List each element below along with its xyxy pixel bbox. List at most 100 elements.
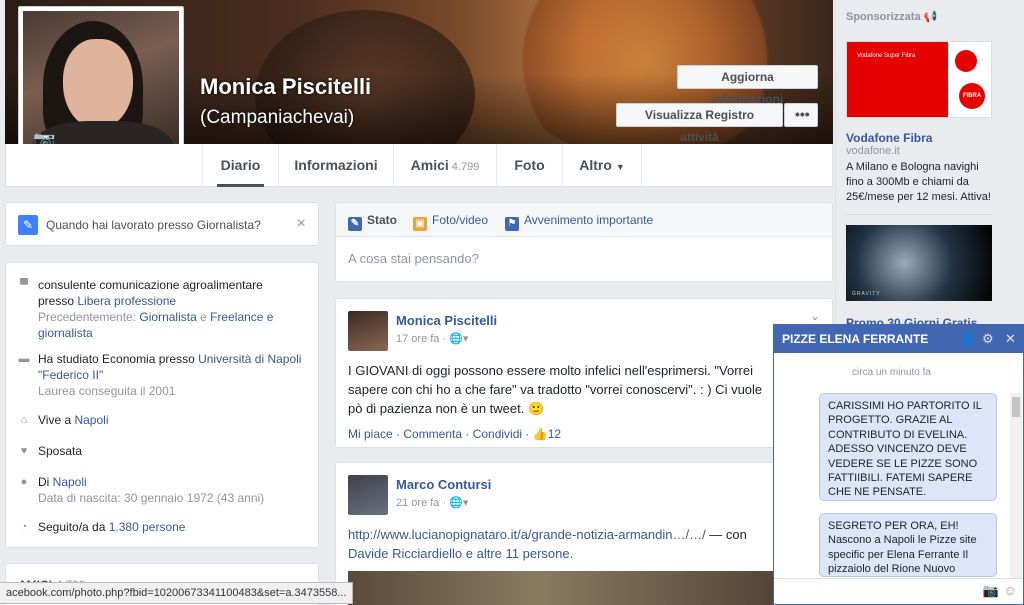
post-link[interactable]: http://www.lucianopignataro.it/a/grande-… bbox=[348, 527, 706, 542]
lives-text: Vive a bbox=[38, 413, 75, 427]
post-time-text: 17 ore fa · bbox=[396, 333, 450, 345]
graduation-cap-icon: ▬ bbox=[18, 353, 30, 365]
job-prev-and: e bbox=[196, 310, 211, 324]
thumbs-up-icon: 👍 bbox=[532, 427, 548, 441]
profile-alternate-name: (Campaniachevai) bbox=[200, 107, 355, 128]
work-prompt-card[interactable]: ✎ Quando hai lavorato presso Giornalista… bbox=[5, 202, 319, 246]
graduation-year: Laurea conseguita il 2001 bbox=[38, 384, 176, 398]
status-composer: ✎ Stato ▣ Foto/video ⚑ Avvenimento importan… bbox=[335, 202, 833, 282]
scrollbar-thumb[interactable] bbox=[1012, 397, 1020, 417]
post-text: http://www.lucianopignataro.it/a/grande-… bbox=[348, 525, 828, 563]
intro-relationship: ♥ Sposata bbox=[18, 443, 308, 459]
followers-link[interactable]: 1.380 persone bbox=[109, 520, 186, 534]
emoji-icon[interactable]: ☺ bbox=[1004, 583, 1017, 598]
caret-down-icon: ▼ bbox=[615, 162, 625, 172]
composer-tab-event-label: Avvenimento importante bbox=[524, 213, 654, 227]
chat-header[interactable]: PIZZE ELENA FERRANTE 👤 ⚙ ✕ bbox=[774, 325, 1023, 353]
location-pin-icon: ● bbox=[20, 476, 28, 488]
chat-input[interactable]: 📷 ☺ bbox=[774, 578, 1023, 604]
profile-name[interactable]: Monica Piscitelli bbox=[200, 74, 371, 100]
tab-foto[interactable]: Foto bbox=[496, 144, 562, 186]
flag-icon: ⚑ bbox=[505, 217, 519, 231]
sponsored-label: Sponsorizzata bbox=[846, 11, 921, 23]
briefcase-icon: ▀ bbox=[20, 279, 28, 291]
post-timestamp[interactable]: 21 ore fa · 🌐▾ bbox=[396, 496, 468, 509]
tab-altro-label: Altro bbox=[579, 157, 612, 173]
more-options-button[interactable]: ••• bbox=[784, 103, 818, 127]
rss-icon: ◔ bbox=[20, 521, 28, 533]
gear-icon[interactable]: ⚙ bbox=[982, 331, 994, 347]
tab-amici-label: Amici bbox=[410, 157, 449, 173]
home-icon: ⌂ bbox=[20, 414, 28, 426]
post-timestamp[interactable]: 17 ore fa · 🌐▾ bbox=[396, 332, 468, 345]
tab-informazioni[interactable]: Informazioni bbox=[278, 144, 393, 186]
composer-tab-photo[interactable]: ▣ Foto/video bbox=[413, 213, 488, 231]
close-icon[interactable]: ✕ bbox=[1005, 331, 1016, 347]
friends-count: 4.799 bbox=[451, 161, 480, 173]
chat-messages[interactable]: circa un minuto fa CARISSIMI HO PARTORIT… bbox=[774, 353, 1023, 578]
job-title: consulente comunicazione agroalimentare bbox=[38, 278, 263, 292]
chat-timestamp: circa un minuto fa bbox=[852, 367, 931, 378]
divider bbox=[846, 214, 992, 215]
close-icon[interactable]: × bbox=[297, 215, 306, 233]
megaphone-icon: 📢 bbox=[923, 11, 938, 23]
chevron-down-icon[interactable]: ⌄ bbox=[810, 309, 820, 323]
globe-icon: 🌐▾ bbox=[449, 497, 469, 509]
post-time-text: 21 ore fa · bbox=[396, 497, 450, 509]
post-text-line: I GIOVANI di oggi possono essere molto i… bbox=[348, 363, 753, 378]
ad-title[interactable]: Vodafone Fibra bbox=[846, 131, 932, 145]
chat-title[interactable]: PIZZE ELENA FERRANTE bbox=[782, 332, 928, 346]
like-count[interactable]: 12 bbox=[548, 427, 561, 441]
post-actions[interactable]: Mi piace · Commenta · Condividi · 👍12 bbox=[348, 427, 561, 441]
intro-hometown: ● Di Napoli Data di nascita: 30 gennaio … bbox=[18, 474, 308, 506]
profile-tab-bar: Diario Informazioni Amici 4.799 Foto Altr… bbox=[5, 144, 833, 187]
tab-amici[interactable]: Amici 4.799 bbox=[393, 144, 496, 186]
tab-diario[interactable]: Diario bbox=[202, 144, 278, 187]
ad-domain: vodafone.it bbox=[846, 145, 900, 157]
chat-scrollbar[interactable] bbox=[1010, 393, 1022, 578]
study-text: Ha studiato Economia presso bbox=[38, 352, 199, 366]
add-friend-icon[interactable]: 👤 bbox=[960, 331, 976, 347]
work-prompt-text[interactable]: Quando hai lavorato presso Giornalista? bbox=[46, 218, 261, 232]
ad-image[interactable]: GRAVITY bbox=[846, 225, 992, 301]
post-image[interactable] bbox=[348, 571, 822, 605]
avatar[interactable] bbox=[348, 311, 388, 351]
job-prev-link-1[interactable]: Giornalista bbox=[139, 310, 196, 324]
chat-window: PIZZE ELENA FERRANTE 👤 ⚙ ✕ circa un minu… bbox=[773, 324, 1024, 605]
ad-image[interactable]: Vodafone Super Fibra FIBRA bbox=[846, 41, 992, 118]
intro-education: ▬ Ha studiato Economia presso Università… bbox=[18, 351, 308, 399]
browser-status-bar: acebook.com/photo.php?fbid=1020067334110… bbox=[0, 582, 354, 604]
intro-followers: ◔ Seguito/a da 1.380 persone bbox=[18, 519, 308, 535]
post-author[interactable]: Marco Contursi bbox=[396, 477, 491, 492]
lives-city-link[interactable]: Napoli bbox=[74, 413, 108, 427]
followers-text: Seguito/a da bbox=[38, 520, 109, 534]
relationship-status: Sposata bbox=[38, 444, 83, 458]
post-author[interactable]: Monica Piscitelli bbox=[396, 313, 497, 328]
post-link-suffix: — con bbox=[705, 527, 747, 542]
job-employer-link[interactable]: Libera professione bbox=[77, 294, 176, 308]
fibra-badge: FIBRA bbox=[959, 83, 985, 109]
job-at: presso bbox=[38, 294, 78, 308]
post-text-line: sapere con chi ho a che fare" va tradott… bbox=[348, 382, 763, 397]
update-info-button[interactable]: Aggiorna informazioni bbox=[677, 65, 818, 106]
post-actions-text[interactable]: Mi piace · Commenta · Condividi · bbox=[348, 427, 533, 441]
from-text: Di bbox=[38, 475, 53, 489]
tab-altro[interactable]: Altro ▼ bbox=[562, 144, 642, 186]
composer-tab-photo-label: Foto/video bbox=[432, 213, 489, 227]
hometown-link[interactable]: Napoli bbox=[53, 475, 87, 489]
globe-icon: 🌐▾ bbox=[449, 333, 469, 345]
composer-tab-status[interactable]: ✎ Stato bbox=[348, 213, 397, 231]
composer-input[interactable]: A cosa stai pensando? bbox=[348, 251, 479, 266]
avatar[interactable] bbox=[348, 475, 388, 515]
activity-log-button[interactable]: Visualizza Registro attività bbox=[616, 103, 783, 144]
ad-image-text: Vodafone Super Fibra bbox=[857, 53, 916, 59]
vodafone-logo-icon bbox=[955, 50, 977, 72]
ad-text[interactable]: A Milano e Bologna navighi fino a 300Mb … bbox=[846, 160, 996, 205]
sponsored-heading[interactable]: Sponsorizzata 📢 bbox=[846, 10, 937, 23]
composer-tab-life-event[interactable]: ⚑ Avvenimento importante bbox=[505, 213, 653, 231]
ad-image-text: GRAVITY bbox=[852, 291, 881, 297]
tagged-people-link[interactable]: Davide Ricciardiello e altre 11 persone. bbox=[348, 544, 828, 563]
camera-icon[interactable]: 📷 bbox=[983, 583, 999, 599]
post-text-line: pò di pazienza non è un tweet. 🙂 bbox=[348, 401, 545, 416]
post: Marco Contursi 21 ore fa · 🌐▾ http://www… bbox=[335, 462, 833, 605]
